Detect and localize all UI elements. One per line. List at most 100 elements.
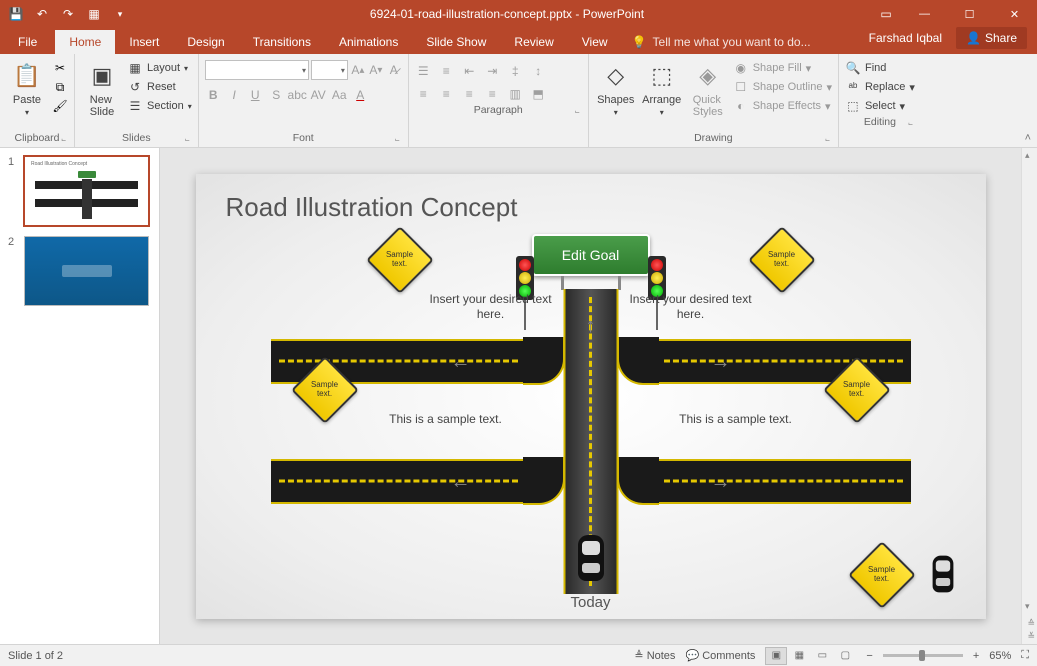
align-center-icon[interactable]: ≡ [438,85,455,102]
align-right-icon[interactable]: ≡ [461,85,478,102]
indent-inc-icon[interactable]: ⇥ [484,62,501,79]
bullets-icon[interactable]: ☰ [415,62,432,79]
slideshow-view-icon[interactable]: ▢ [834,647,856,665]
layout-icon: ▦ [127,60,143,76]
next-slide-icon[interactable]: ≚ [1027,631,1035,642]
share-button[interactable]: 👤 Share [956,27,1027,49]
copy-icon[interactable]: ⧉ [52,79,68,95]
select-button[interactable]: ⬚Select ▾ [845,98,915,114]
fit-window-icon[interactable]: ⛶ [1021,649,1029,662]
ribbon-tabs: File Home Insert Design Transitions Anim… [0,28,1037,54]
start-from-beginning-icon[interactable]: ▦ [86,6,102,22]
tab-design[interactable]: Design [173,30,238,54]
road-sign-legend[interactable]: Sample text. [858,551,906,599]
user-name[interactable]: Farshad Iqbal [869,31,942,45]
justify-icon[interactable]: ≡ [484,85,501,102]
redo-icon[interactable]: ↷ [60,6,76,22]
sorter-view-icon[interactable]: ▦ [788,647,810,665]
tab-slideshow[interactable]: Slide Show [412,30,500,54]
format-painter-icon[interactable]: 🖌 [52,98,68,114]
bold-icon[interactable]: B [205,86,222,103]
underline-icon[interactable]: U [247,86,264,103]
section-button[interactable]: ☰Section ▾ [127,98,192,114]
road-sign[interactable]: Sample text. [758,236,806,284]
slide-canvas[interactable]: Road Illustration Concept Edit Goal ← → … [196,174,986,619]
normal-view-icon[interactable]: ▣ [765,647,787,665]
columns-icon[interactable]: ▥ [507,85,524,102]
slide-title[interactable]: Road Illustration Concept [226,192,518,223]
find-button[interactable]: 🔍Find [845,60,915,76]
tell-me-search[interactable]: 💡 Tell me what you want to do... [622,30,859,54]
arrange-button[interactable]: ⬚Arrange▾ [641,56,683,117]
caption[interactable]: Insert your desired text here. [426,292,556,323]
numbering-icon[interactable]: ≡ [438,62,455,79]
indent-dec-icon[interactable]: ⇤ [461,62,478,79]
road-sign[interactable]: Sample text. [301,366,349,414]
layout-button[interactable]: ▦Layout ▾ [127,60,192,76]
road-sign[interactable]: Sample text. [833,366,881,414]
zoom-slider[interactable] [883,654,963,657]
grow-font-icon[interactable]: A▴ [350,62,366,79]
italic-icon[interactable]: I [226,86,243,103]
ribbon-options-icon[interactable]: ▭ [878,6,894,22]
quick-styles-button[interactable]: ◈Quick Styles [687,56,729,118]
prev-slide-icon[interactable]: ≙ [1027,618,1035,629]
font-size-combo[interactable] [311,60,348,80]
reset-button[interactable]: ↺Reset [127,79,192,95]
today-label[interactable]: Today [570,593,610,613]
tab-review[interactable]: Review [500,30,567,54]
tab-file[interactable]: File [0,30,55,54]
undo-icon[interactable]: ↶ [34,6,50,22]
group-clipboard: 📋 Paste ▾ ✂ ⧉ 🖌 Clipboard [0,54,75,147]
slide-editor[interactable]: Road Illustration Concept Edit Goal ← → … [160,148,1037,644]
caption[interactable]: Insert your desired text here. [626,292,756,323]
clear-format-icon[interactable]: A̷ [386,62,402,79]
chevron-down-icon: ▾ [25,108,29,117]
tab-animations[interactable]: Animations [325,30,412,54]
paste-button[interactable]: 📋 Paste ▾ [6,56,48,117]
smartart-icon[interactable]: ⬒ [530,85,547,102]
zoom-in-button[interactable]: + [973,650,979,662]
strike-icon[interactable]: S [268,86,285,103]
align-left-icon[interactable]: ≡ [415,85,432,102]
tab-home[interactable]: Home [55,30,115,54]
caption[interactable]: This is a sample text. [656,412,816,428]
collapse-ribbon-icon[interactable]: ˄ [1025,132,1031,144]
tab-transitions[interactable]: Transitions [239,30,325,54]
arrange-icon: ⬚ [646,60,678,92]
thumbnail-1[interactable]: 1 Road Illustration Concept [8,156,151,226]
cut-icon[interactable]: ✂ [52,60,68,76]
goal-sign[interactable]: Edit Goal [532,234,650,276]
slide-counter[interactable]: Slide 1 of 2 [8,650,634,662]
line-spacing-icon[interactable]: ‡ [507,62,524,79]
shape-effects-button[interactable]: ◐Shape Effects ▾ [733,98,832,114]
tab-view[interactable]: View [568,30,622,54]
section-icon: ☰ [127,98,143,114]
shrink-font-icon[interactable]: A▾ [368,62,384,79]
zoom-level[interactable]: 65% [989,650,1011,662]
thumbnail-2[interactable]: 2 [8,236,151,306]
case-icon[interactable]: Aa [331,86,348,103]
notes-button[interactable]: ≜ Notes [634,649,675,662]
qat-customize-icon[interactable]: ▾ [112,6,128,22]
road-connector [523,457,565,505]
vertical-scrollbar[interactable]: ≙≚ [1021,148,1037,644]
shadow-icon[interactable]: abc [289,86,306,103]
shape-fill-button[interactable]: ◉Shape Fill ▾ [733,60,832,76]
road-sign[interactable]: Sample text. [376,236,424,284]
text-direction-icon[interactable]: ↕ [530,62,547,79]
tab-insert[interactable]: Insert [115,30,173,54]
spacing-icon[interactable]: AV [310,86,327,103]
save-icon[interactable]: 💾 [8,6,24,22]
reading-view-icon[interactable]: ▭ [811,647,833,665]
car-icon [578,535,604,581]
comments-button[interactable]: 💬 Comments [685,649,755,662]
replace-button[interactable]: ᵃᵇReplace ▾ [845,79,915,95]
shape-outline-button[interactable]: ☐Shape Outline ▾ [733,79,832,95]
zoom-out-button[interactable]: − [866,650,872,662]
font-name-combo[interactable] [205,60,309,80]
shapes-button[interactable]: ◇Shapes▾ [595,56,637,117]
font-color-icon[interactable]: A [352,86,369,103]
new-slide-button[interactable]: ▣ New Slide [81,56,123,118]
caption[interactable]: This is a sample text. [366,412,526,428]
